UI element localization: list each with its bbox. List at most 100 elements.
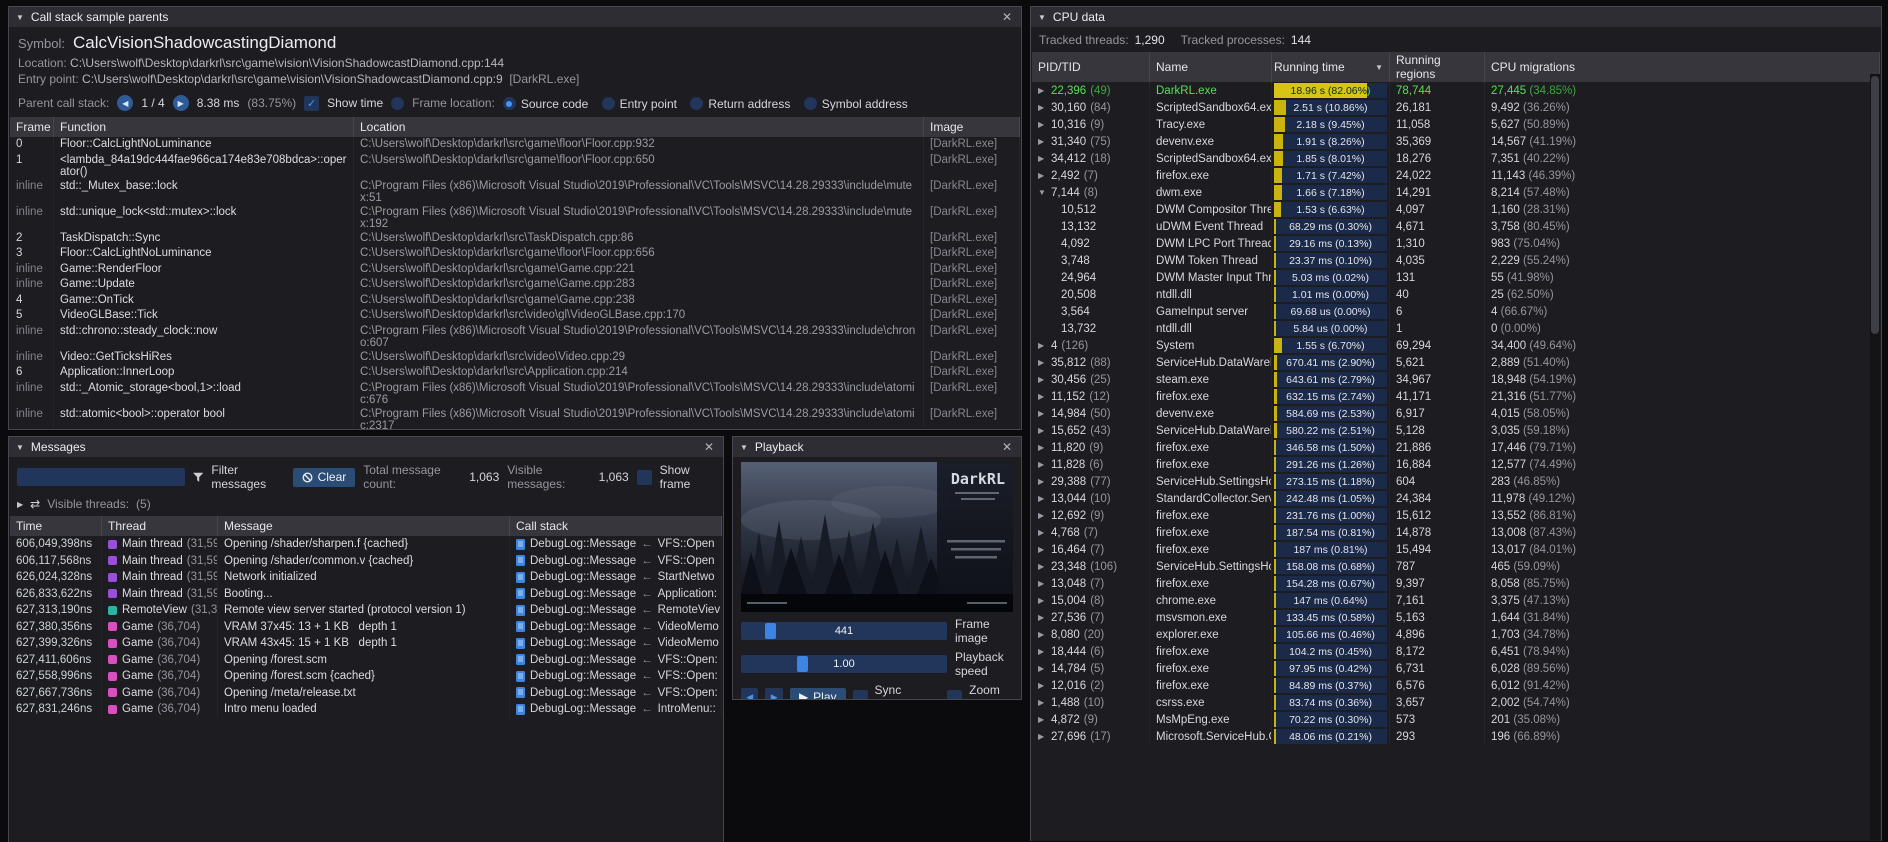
expand-arrow-icon[interactable]: ▶ [1038, 579, 1051, 588]
message-callstack[interactable]: DebugLog::Message ← VideoMemo [510, 619, 722, 636]
message-callstack[interactable]: DebugLog::Message ← VFS::Open: [510, 685, 722, 702]
cpu-row[interactable]: ▶ 16,464 (7) firefox.exe 187 ms (0.81%) … [1032, 541, 1880, 558]
cpu-row[interactable]: ▶ 15,652 (43) ServiceHub.DataWarehou 580… [1032, 422, 1880, 439]
cpu-row[interactable]: ▶ 8,080 (20) explorer.exe 105.66 ms (0.4… [1032, 626, 1880, 643]
call-stack-row[interactable]: 0 Floor::CalcLightNoLuminance C:\Users\w… [10, 137, 1020, 153]
message-callstack[interactable]: DebugLog::Message ← IntroMenu:: [510, 701, 722, 718]
expand-arrow-icon[interactable]: ▶ [1038, 341, 1051, 350]
message-callstack[interactable]: DebugLog::Message ← StartNetwo [510, 569, 722, 586]
expand-arrow-icon[interactable]: ▶ [1038, 154, 1051, 163]
frame-location-radio[interactable]: Entry point [602, 97, 677, 111]
call-stack-row[interactable]: 6 Application::InnerLoop C:\Users\wolf\D… [10, 365, 1020, 381]
cpu-row[interactable]: ▶ 27,696 (17) Microsoft.ServiceHub.Co 48… [1032, 728, 1880, 745]
expand-arrow-icon[interactable]: ▶ [1038, 137, 1051, 146]
message-callstack[interactable]: DebugLog::Message ← VFS::Open [510, 536, 722, 553]
expand-arrow-icon[interactable]: ▶ [1038, 86, 1051, 95]
expand-arrow-icon[interactable]: ▶ [1038, 511, 1051, 520]
cpu-row[interactable]: 3,748 DWM Token Thread 23.37 ms (0.10%) … [1032, 252, 1880, 269]
cpu-row[interactable]: ▶ 1,488 (10) csrss.exe 83.74 ms (0.36%) … [1032, 694, 1880, 711]
window-titlebar[interactable]: ▼ CPU data [1031, 7, 1881, 27]
expand-arrow-icon[interactable]: ▶ [1038, 103, 1051, 112]
expand-arrow-icon[interactable]: ▼ [1038, 188, 1051, 197]
expand-arrow-icon[interactable]: ▶ [1038, 647, 1051, 656]
cpu-row[interactable]: ▶ 13,048 (7) firefox.exe 154.28 ms (0.67… [1032, 575, 1880, 592]
cpu-row[interactable]: 24,964 DWM Master Input Thread 5.03 ms (… [1032, 269, 1880, 286]
window-titlebar[interactable]: ▼ Messages ✕ [9, 437, 723, 457]
column-header-frame[interactable]: Frame [10, 117, 54, 137]
message-row[interactable]: 627,667,736ns Game (36,704) Opening /met… [10, 685, 722, 702]
column-header-pid-tid[interactable]: PID/TID [1032, 52, 1150, 82]
cpu-row[interactable]: ▶ 15,004 (8) chrome.exe 147 ms (0.64%) 1… [1032, 592, 1880, 609]
cpu-row[interactable]: 3,564 GameInput server 69.68 us (0.00%) … [1032, 303, 1880, 320]
expand-icon[interactable]: ▶ [17, 500, 23, 509]
expand-arrow-icon[interactable]: ▶ [1038, 171, 1051, 180]
expand-arrow-icon[interactable]: ▶ [1038, 562, 1051, 571]
column-header-location[interactable]: Location [354, 117, 924, 137]
column-header-cpu-migrations[interactable]: CPU migrations [1485, 52, 1880, 82]
window-titlebar[interactable]: ▼ Call stack sample parents ✕ [9, 7, 1021, 27]
message-callstack[interactable]: DebugLog::Message ← RemoteViev [510, 602, 722, 619]
column-header-time[interactable]: Time [10, 516, 102, 536]
message-row[interactable]: 626,833,622ns Main thread (31,596) Booti… [10, 586, 722, 603]
expand-arrow-icon[interactable]: ▶ [1038, 409, 1051, 418]
cpu-row[interactable]: ▶ 29,388 (77) ServiceHub.SettingsHost 27… [1032, 473, 1880, 490]
cpu-row[interactable]: ▶ 30,160 (84) ScriptedSandbox64.exe 2.51… [1032, 99, 1880, 116]
message-row[interactable]: 606,117,568ns Main thread (31,596) Openi… [10, 553, 722, 570]
message-callstack[interactable]: DebugLog::Message ← Application: [510, 586, 722, 603]
expand-arrow-icon[interactable]: ▶ [1038, 426, 1051, 435]
close-icon[interactable]: ✕ [1000, 10, 1014, 24]
frame-location-radio[interactable]: Source code [503, 97, 588, 111]
cpu-row[interactable]: ▶ 4,872 (9) MsMpEng.exe 70.22 ms (0.30%)… [1032, 711, 1880, 728]
column-header-message[interactable]: Message [218, 516, 510, 536]
message-row[interactable]: 627,399,326ns Game (36,704) VRAM 43x45: … [10, 635, 722, 652]
cpu-row[interactable]: ▶ 12,692 (9) firefox.exe 231.76 ms (1.00… [1032, 507, 1880, 524]
step-back-button[interactable]: ◀ [741, 688, 758, 701]
playback-speed-slider[interactable]: 1.00 [741, 655, 947, 673]
vertical-scrollbar[interactable] [1870, 74, 1880, 840]
call-stack-row[interactable]: 2 TaskDispatch::Sync C:\Users\wolf\Deskt… [10, 231, 1020, 247]
cpu-row[interactable]: ▶ 4,768 (7) firefox.exe 187.54 ms (0.81%… [1032, 524, 1880, 541]
cpu-row[interactable]: ▼ 7,144 (8) dwm.exe 1.66 s (7.18%) 1.66 … [1032, 184, 1880, 201]
call-stack-row[interactable]: inline std::unique_lock<std::mutex>::loc… [10, 205, 1020, 231]
column-header-function[interactable]: Function [54, 117, 354, 137]
call-stack-row[interactable]: 5 VideoGLBase::Tick C:\Users\wolf\Deskto… [10, 308, 1020, 324]
cpu-row[interactable]: ▶ 2,492 (7) firefox.exe 1.71 s (7.42%) 1… [1032, 167, 1880, 184]
cpu-row[interactable]: ▶ 18,444 (6) firefox.exe 104.2 ms (0.45%… [1032, 643, 1880, 660]
cpu-row[interactable]: ▶ 14,984 (50) devenv.exe 584.69 ms (2.53… [1032, 405, 1880, 422]
cpu-row[interactable]: ▶ 10,316 (9) Tracy.exe 2.18 s (9.45%) 2.… [1032, 116, 1880, 133]
cpu-row[interactable]: ▶ 11,152 (12) firefox.exe 632.15 ms (2.7… [1032, 388, 1880, 405]
cpu-row[interactable]: ▶ 35,812 (88) ServiceHub.DataWarehou 670… [1032, 354, 1880, 371]
filter-input[interactable] [17, 468, 185, 486]
expand-arrow-icon[interactable]: ▶ [1038, 698, 1051, 707]
column-header-thread[interactable]: Thread [102, 516, 218, 536]
cpu-row[interactable]: ▶ 27,536 (7) msvsmon.exe 133.45 ms (0.58… [1032, 609, 1880, 626]
expand-arrow-icon[interactable]: ▶ [1038, 375, 1051, 384]
expand-arrow-icon[interactable]: ▶ [1038, 358, 1051, 367]
expand-arrow-icon[interactable]: ▶ [1038, 392, 1051, 401]
cpu-row[interactable]: ▶ 34,412 (18) ScriptedSandbox64.exe 1.85… [1032, 150, 1880, 167]
expand-arrow-icon[interactable]: ▶ [1038, 732, 1051, 741]
cpu-row[interactable]: 10,512 DWM Compositor Thread 1.53 s (6.6… [1032, 201, 1880, 218]
message-callstack[interactable]: DebugLog::Message ← VFS::Open [510, 553, 722, 570]
message-row[interactable]: 606,049,398ns Main thread (31,596) Openi… [10, 536, 722, 553]
expand-arrow-icon[interactable]: ▶ [1038, 664, 1051, 673]
prev-parent-button[interactable]: ◀ [117, 95, 133, 111]
step-forward-button[interactable]: ▶ [765, 688, 782, 701]
message-row[interactable]: 627,558,996ns Game (36,704) Opening /for… [10, 668, 722, 685]
clear-button[interactable]: Clear [293, 468, 356, 487]
message-callstack[interactable]: DebugLog::Message ← VideoMemo [510, 635, 722, 652]
call-stack-row[interactable]: inline std::atomic<bool>::operator bool … [10, 407, 1020, 431]
expand-arrow-icon[interactable]: ▶ [1038, 630, 1051, 639]
collapse-icon[interactable]: ▼ [16, 443, 24, 452]
message-row[interactable]: 627,411,606ns Game (36,704) Opening /for… [10, 652, 722, 669]
expand-arrow-icon[interactable]: ▶ [1038, 494, 1051, 503]
frame-location-radio[interactable]: Symbol address [804, 97, 908, 111]
message-row[interactable]: 627,380,356ns Game (36,704) VRAM 37x45: … [10, 619, 722, 636]
call-stack-row[interactable]: inline std::_Mutex_base::lock C:\Program… [10, 179, 1020, 205]
expand-arrow-icon[interactable]: ▶ [1038, 545, 1051, 554]
cpu-row[interactable]: ▶ 31,340 (75) devenv.exe 1.91 s (8.26%) … [1032, 133, 1880, 150]
collapse-icon[interactable]: ▼ [16, 13, 24, 22]
expand-arrow-icon[interactable]: ▶ [1038, 596, 1051, 605]
expand-arrow-icon[interactable]: ▶ [1038, 681, 1051, 690]
collapse-icon[interactable]: ▼ [740, 443, 748, 452]
